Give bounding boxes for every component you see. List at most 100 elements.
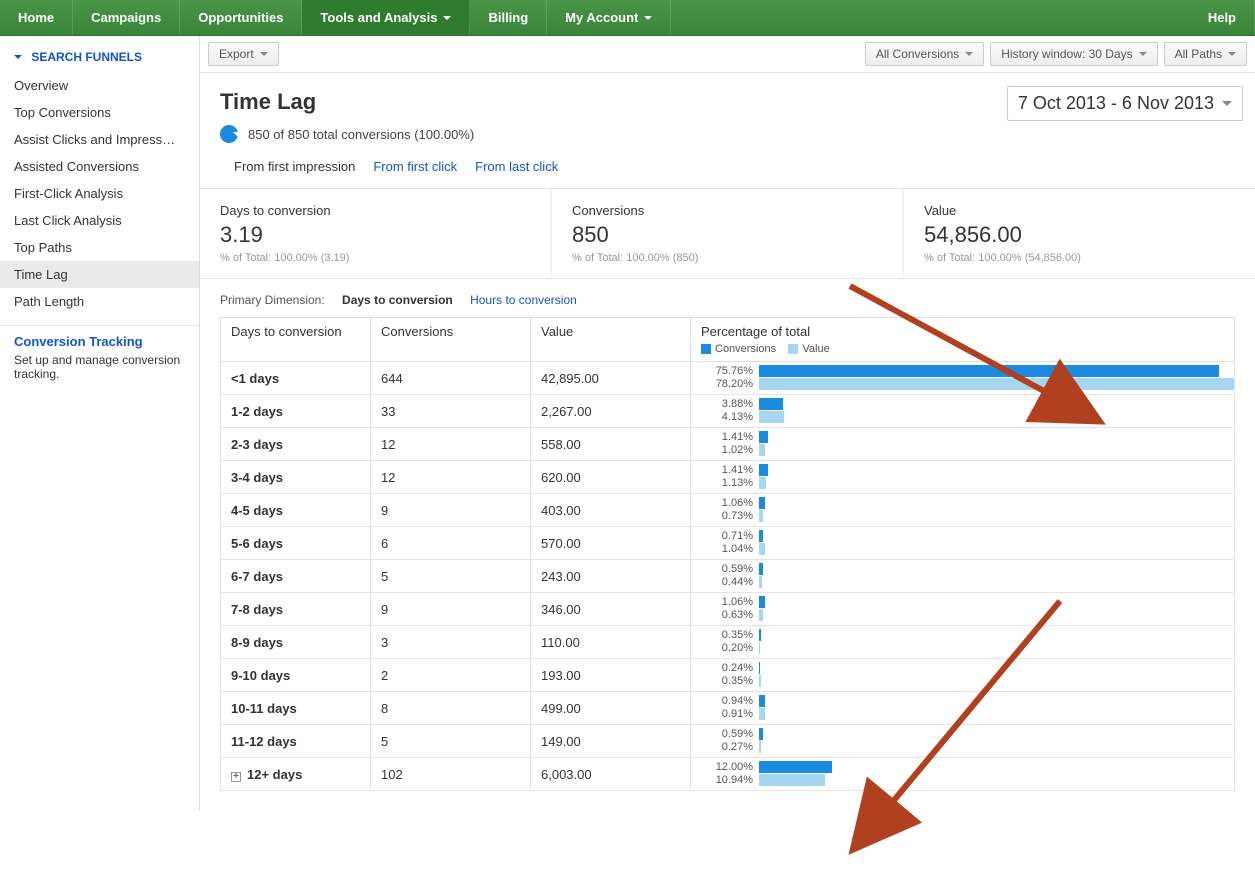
- main-content: Export All Conversions History window: 3…: [200, 36, 1255, 811]
- cell-percentage: 1.06%0.63%: [691, 593, 1235, 626]
- metric-card: Value54,856.00% of Total: 100.00% (54,85…: [904, 189, 1255, 278]
- bar-value: [759, 477, 766, 489]
- nav-opportunities[interactable]: Opportunities: [180, 0, 302, 35]
- cell-days: 2-3 days: [221, 428, 371, 461]
- caret-down-icon: [1228, 52, 1236, 60]
- table-row: 8-9 days3110.000.35%0.20%: [221, 626, 1235, 659]
- cell-percentage: 0.24%0.35%: [691, 659, 1235, 692]
- cell-value: 110.00: [531, 626, 691, 659]
- table-row: 7-8 days9346.001.06%0.63%: [221, 593, 1235, 626]
- cell-percentage: 1.41%1.02%: [691, 428, 1235, 461]
- metric-value: 850: [572, 222, 883, 248]
- metric-card: Days to conversion3.19% of Total: 100.00…: [200, 189, 552, 278]
- table-row: 5-6 days6570.000.71%1.04%: [221, 527, 1235, 560]
- cell-days: 9-10 days: [221, 659, 371, 692]
- bar-conversions: [759, 365, 1219, 377]
- primary-dimension-selector: Primary Dimension: Days to conversion Ho…: [200, 279, 1255, 313]
- export-button[interactable]: Export: [208, 42, 279, 66]
- table-row: 2-3 days12558.001.41%1.02%: [221, 428, 1235, 461]
- cell-days: 4-5 days: [221, 494, 371, 527]
- cell-conversions: 9: [371, 593, 531, 626]
- bar-conversions: [759, 398, 783, 410]
- bar-value: [759, 609, 763, 621]
- caret-down-icon: [965, 52, 973, 60]
- cell-conversions: 6: [371, 527, 531, 560]
- sidebar-item-path-length[interactable]: Path Length: [0, 288, 199, 315]
- bar-value: [759, 576, 762, 588]
- history-window-button[interactable]: History window: 30 Days: [990, 42, 1157, 66]
- tab-from-first-click[interactable]: From first click: [373, 159, 457, 174]
- table-row: 4-5 days9403.001.06%0.73%: [221, 494, 1235, 527]
- cell-value: 346.00: [531, 593, 691, 626]
- cell-value: 42,895.00: [531, 362, 691, 395]
- table-row: 3-4 days12620.001.41%1.13%: [221, 461, 1235, 494]
- cell-value: 558.00: [531, 428, 691, 461]
- cell-days: 10-11 days: [221, 692, 371, 725]
- bar-value: [759, 774, 825, 786]
- sidebar-item-assist-clicks-and-impress-[interactable]: Assist Clicks and Impress…: [0, 126, 199, 153]
- cell-percentage: 0.94%0.91%: [691, 692, 1235, 725]
- top-nav: HomeCampaignsOpportunitiesTools and Anal…: [0, 0, 1255, 36]
- cell-percentage: 0.35%0.20%: [691, 626, 1235, 659]
- expand-icon[interactable]: +: [231, 772, 241, 782]
- metric-summary: Days to conversion3.19% of Total: 100.00…: [200, 189, 1255, 279]
- cell-conversions: 12: [371, 428, 531, 461]
- bar-conversions: [759, 662, 760, 674]
- cell-days: 8-9 days: [221, 626, 371, 659]
- cell-value: 499.00: [531, 692, 691, 725]
- all-conversions-button[interactable]: All Conversions: [865, 42, 984, 66]
- metric-label: Value: [924, 203, 1235, 218]
- cell-value: 243.00: [531, 560, 691, 593]
- primary-dimension-alt-link[interactable]: Hours to conversion: [470, 293, 577, 307]
- column-header-days[interactable]: Days to conversion: [221, 318, 371, 362]
- primary-dimension-label: Primary Dimension:: [220, 293, 325, 307]
- bar-value: [759, 543, 765, 555]
- conversion-summary: 850 of 850 total conversions (100.00%): [200, 125, 1255, 159]
- date-range-picker[interactable]: 7 Oct 2013 - 6 Nov 2013: [1007, 86, 1243, 121]
- nav-my-account[interactable]: My Account: [547, 0, 671, 35]
- sidebar: SEARCH FUNNELS OverviewTop ConversionsAs…: [0, 36, 200, 811]
- column-header-value[interactable]: Value: [531, 318, 691, 362]
- cell-days: <1 days: [221, 362, 371, 395]
- toolbar: Export All Conversions History window: 3…: [200, 36, 1255, 73]
- cell-days: +12+ days: [221, 758, 371, 791]
- bar-value: [759, 411, 784, 423]
- cell-value: 620.00: [531, 461, 691, 494]
- table-row: 6-7 days5243.000.59%0.44%: [221, 560, 1235, 593]
- cell-conversions: 33: [371, 395, 531, 428]
- sidebar-header[interactable]: SEARCH FUNNELS: [0, 46, 199, 72]
- nav-help[interactable]: Help: [1190, 0, 1255, 35]
- cell-value: 403.00: [531, 494, 691, 527]
- nav-home[interactable]: Home: [0, 0, 73, 35]
- bar-conversions: [759, 695, 765, 707]
- sidebar-item-first-click-analysis[interactable]: First-Click Analysis: [0, 180, 199, 207]
- sidebar-item-overview[interactable]: Overview: [0, 72, 199, 99]
- cell-days: 5-6 days: [221, 527, 371, 560]
- sidebar-header-label: SEARCH FUNNELS: [31, 50, 142, 64]
- cell-value: 2,267.00: [531, 395, 691, 428]
- sidebar-item-last-click-analysis[interactable]: Last Click Analysis: [0, 207, 199, 234]
- nav-campaigns[interactable]: Campaigns: [73, 0, 180, 35]
- legend-swatch-value: [788, 344, 798, 354]
- sidebar-item-assisted-conversions[interactable]: Assisted Conversions: [0, 153, 199, 180]
- cell-percentage: 0.59%0.27%: [691, 725, 1235, 758]
- tab-from-first-impression[interactable]: From first impression: [234, 159, 355, 174]
- primary-dimension-current[interactable]: Days to conversion: [342, 293, 453, 307]
- cell-percentage: 0.71%1.04%: [691, 527, 1235, 560]
- sidebar-item-top-paths[interactable]: Top Paths: [0, 234, 199, 261]
- nav-tools-and-analysis[interactable]: Tools and Analysis: [302, 0, 470, 35]
- all-paths-button[interactable]: All Paths: [1164, 42, 1247, 66]
- column-header-conversions[interactable]: Conversions: [371, 318, 531, 362]
- bar-value: [759, 675, 761, 687]
- sidebar-item-top-conversions[interactable]: Top Conversions: [0, 99, 199, 126]
- sidebar-item-time-lag[interactable]: Time Lag: [0, 261, 199, 288]
- table-row: 1-2 days332,267.003.88%4.13%: [221, 395, 1235, 428]
- metric-value: 54,856.00: [924, 222, 1235, 248]
- tab-from-last-click[interactable]: From last click: [475, 159, 558, 174]
- bar-conversions: [759, 596, 765, 608]
- bar-value: [759, 708, 765, 720]
- cell-days: 7-8 days: [221, 593, 371, 626]
- conversion-tracking-link[interactable]: Conversion Tracking: [14, 334, 143, 349]
- nav-billing[interactable]: Billing: [470, 0, 547, 35]
- metric-label: Days to conversion: [220, 203, 531, 218]
